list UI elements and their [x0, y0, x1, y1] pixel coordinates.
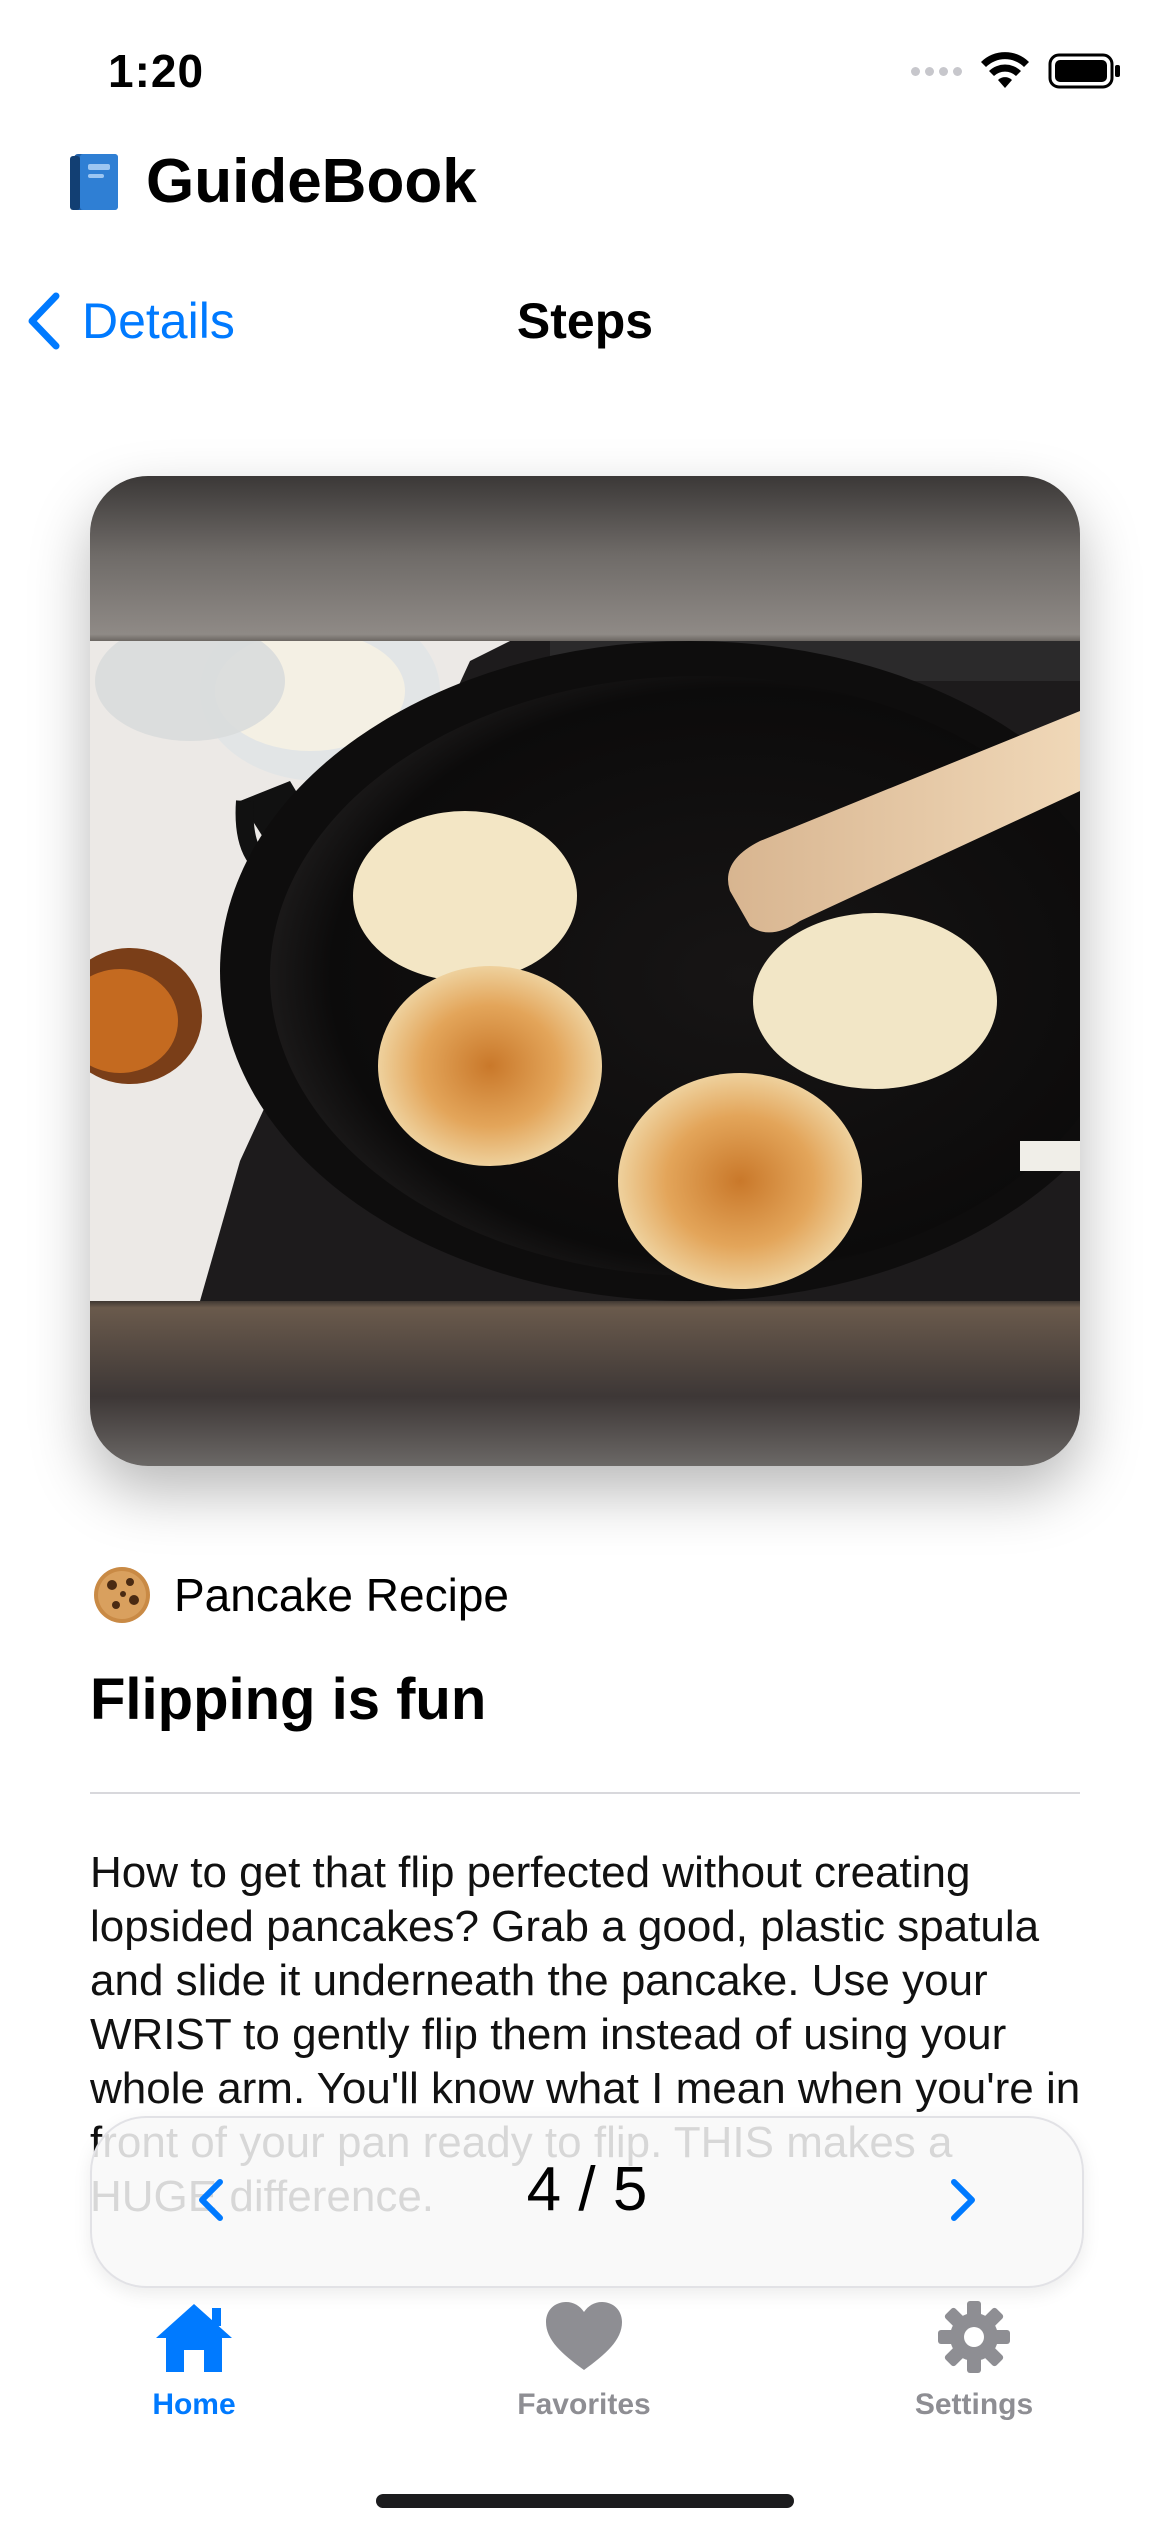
- heart-icon: [546, 2302, 622, 2370]
- app-title: GuideBook: [146, 147, 477, 216]
- app-header: GuideBook: [68, 146, 477, 217]
- cellular-signal-icon: [911, 66, 962, 76]
- divider: [90, 1792, 1080, 1794]
- battery-icon: [1048, 53, 1120, 89]
- home-indicator[interactable]: [376, 2494, 794, 2508]
- house-icon: [156, 2304, 232, 2372]
- recipe-name: Pancake Recipe: [174, 1569, 509, 1621]
- step-title: Flipping is fun: [90, 1667, 487, 1732]
- book-icon: [70, 153, 118, 210]
- status-icons: [911, 52, 1122, 90]
- tab-home[interactable]: Home: [74, 2300, 314, 2422]
- tab-favorites-label: Favorites: [517, 2388, 651, 2421]
- step-image-card: [90, 476, 1080, 1466]
- tab-settings-label: Settings: [914, 2388, 1034, 2421]
- wifi-icon: [981, 52, 1029, 88]
- page-title: Steps: [516, 293, 654, 349]
- gear-icon: [938, 2301, 1010, 2373]
- step-photo: [90, 641, 1080, 1301]
- step-pager: 4 / 5: [90, 2116, 1084, 2288]
- tab-settings[interactable]: Settings: [854, 2300, 1094, 2422]
- cookie-icon: [94, 1567, 150, 1623]
- recipe-label: Pancake Recipe: [92, 1565, 509, 1625]
- next-step-button[interactable]: [932, 2170, 992, 2230]
- tab-home-label: Home: [152, 2388, 236, 2421]
- tab-favorites[interactable]: Favorites: [464, 2300, 704, 2422]
- status-time: 1:20: [108, 45, 205, 97]
